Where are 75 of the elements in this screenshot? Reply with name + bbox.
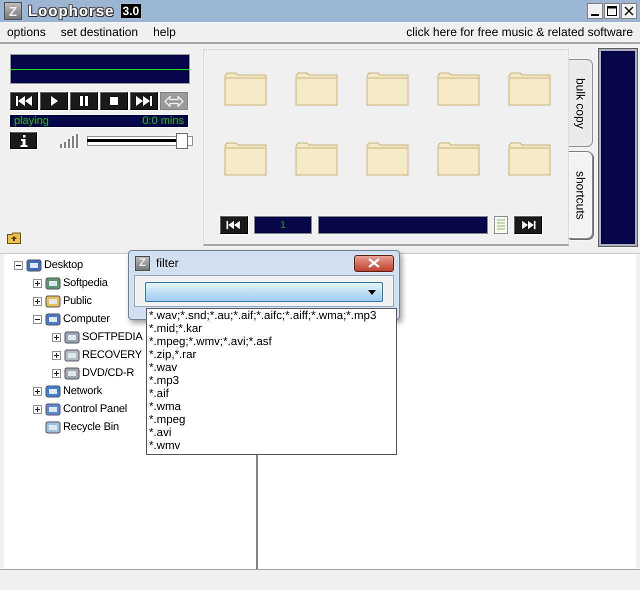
play-button[interactable]: [40, 92, 68, 110]
play-icon: [50, 96, 58, 106]
filter-dropdown[interactable]: [145, 282, 383, 302]
dropdown-option[interactable]: *.aif: [147, 388, 396, 401]
playback-status: playing: [14, 115, 49, 127]
collapse-icon[interactable]: [14, 260, 23, 270]
document-icon[interactable]: [494, 216, 508, 234]
app-title: Loophorse: [28, 2, 114, 20]
stop-icon: [110, 97, 118, 105]
tree-item[interactable]: Network: [63, 385, 102, 397]
dropdown-option[interactable]: *.wav: [147, 362, 396, 375]
dropdown-option[interactable]: *.wma: [147, 401, 396, 414]
dropdown-arrow-icon: [368, 290, 376, 294]
close-button[interactable]: [354, 254, 394, 272]
maximize-button[interactable]: [604, 3, 620, 19]
tree-item[interactable]: Public: [63, 295, 92, 307]
tree-item[interactable]: Control Panel: [63, 403, 128, 415]
first-page-button[interactable]: [220, 216, 248, 234]
menu-item[interactable]: set destination: [60, 25, 138, 39]
info-icon: [20, 134, 28, 146]
menu-item[interactable]: help: [153, 25, 176, 39]
minimize-icon: [591, 14, 599, 16]
page-field[interactable]: 1: [254, 216, 312, 234]
dropdown-option[interactable]: *.wav;*.snd;*.au;*.aif;*.aifc;*.aiff;*.wma;*.mp3: [147, 310, 396, 323]
expand-icon[interactable]: [33, 278, 42, 288]
close-icon: [623, 5, 635, 17]
expand-icon[interactable]: [52, 350, 61, 360]
close-icon: [368, 258, 380, 268]
maximize-icon: [606, 5, 618, 17]
prev-icon: [16, 96, 32, 106]
pause-icon: [80, 96, 88, 106]
collapse-icon[interactable]: [33, 314, 42, 324]
expand-icon[interactable]: [33, 386, 42, 396]
version-badge: 3.0: [120, 4, 142, 18]
app-logo: Z: [135, 256, 150, 270]
tree-item[interactable]: Softpedia: [63, 277, 108, 289]
path-field[interactable]: [318, 216, 488, 234]
next-button[interactable]: [130, 92, 158, 110]
tree-item[interactable]: SOFTPEDIA: [82, 331, 143, 343]
expand-icon[interactable]: [52, 368, 61, 378]
tree-item[interactable]: RECOVERY: [82, 349, 142, 361]
promo-link[interactable]: click here for free music & related software: [406, 25, 633, 39]
dropdown-option[interactable]: *.zip,*.rar: [147, 349, 396, 362]
info-button[interactable]: [10, 132, 37, 149]
expand-icon[interactable]: [33, 296, 42, 306]
tree-item[interactable]: Computer: [63, 313, 110, 325]
minimize-button[interactable]: [587, 3, 603, 19]
prev-button[interactable]: [10, 92, 38, 110]
app-logo: Z: [4, 2, 22, 20]
next-icon: [136, 96, 152, 106]
tree-item[interactable]: Recycle Bin: [63, 421, 119, 433]
side-tab[interactable]: bulk copy: [569, 59, 593, 147]
dropdown-option[interactable]: *.mpeg: [147, 414, 396, 427]
playback-time: 0:0 mins: [142, 115, 184, 127]
expand-icon[interactable]: [33, 404, 42, 414]
pause-button[interactable]: [70, 92, 98, 110]
folder-up-icon[interactable]: [7, 232, 21, 244]
dialog-title: filter: [156, 256, 179, 270]
tree-item[interactable]: Desktop: [44, 259, 83, 271]
slider-thumb[interactable]: [176, 132, 188, 148]
volume-slider[interactable]: [87, 132, 193, 148]
close-button[interactable]: [621, 3, 637, 19]
dropdown-option[interactable]: *.mid;*.kar: [147, 323, 396, 336]
last-page-button[interactable]: [514, 216, 542, 234]
volume-icon: [59, 134, 79, 148]
stop-button[interactable]: [100, 92, 128, 110]
tree-item[interactable]: DVD/CD-R: [82, 367, 134, 379]
menu-item[interactable]: options: [7, 25, 46, 39]
side-tab[interactable]: shortcuts: [569, 151, 593, 239]
expand-icon[interactable]: [52, 332, 61, 342]
dropdown-option[interactable]: *.avi: [147, 427, 396, 440]
dropdown-option[interactable]: *.mpeg;*.wmv;*.avi;*.asf: [147, 336, 396, 349]
loop-icon: [164, 96, 184, 106]
dropdown-option[interactable]: *.wmv: [147, 440, 396, 453]
dropdown-option[interactable]: *.mp3: [147, 375, 396, 388]
